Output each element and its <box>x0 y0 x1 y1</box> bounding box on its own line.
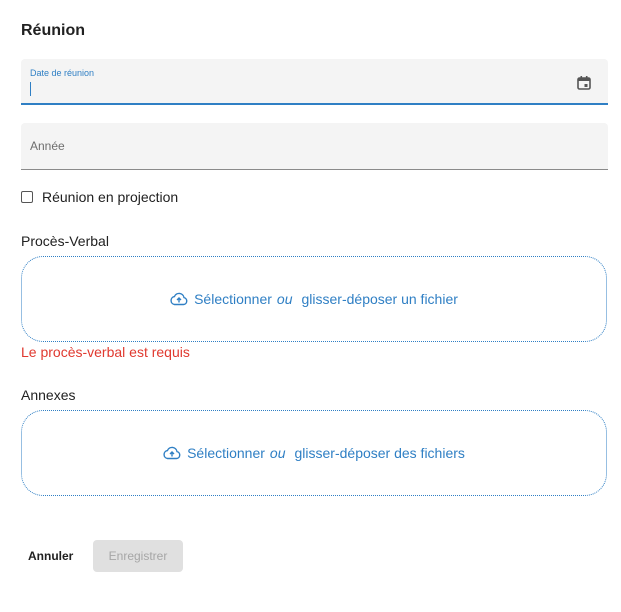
annexes-or-text: ou <box>269 445 286 461</box>
calendar-icon[interactable] <box>576 75 592 91</box>
annexes-dropzone[interactable]: Sélectionner ou glisser-déposer des fich… <box>21 410 607 496</box>
annexes-label: Annexes <box>21 387 76 403</box>
form-title: Réunion <box>21 22 85 39</box>
projection-checkbox[interactable] <box>21 191 33 203</box>
text-cursor <box>30 82 31 96</box>
proces-verbal-label: Procès-Verbal <box>21 233 109 249</box>
year-label: Année <box>30 139 65 153</box>
meeting-date-label: Date de réunion <box>30 68 95 78</box>
proces-verbal-error: Le procès-verbal est requis <box>21 344 190 360</box>
annexes-drop-text: glisser-déposer des fichiers <box>294 445 465 461</box>
cancel-button[interactable]: Annuler <box>20 540 81 572</box>
projection-checkbox-row[interactable]: Réunion en projection <box>21 189 178 205</box>
save-button[interactable]: Enregistrer <box>93 540 183 572</box>
cloud-upload-icon <box>163 446 181 460</box>
cloud-upload-icon <box>170 292 188 306</box>
meeting-form: Réunion Date de réunion Année Réunion en… <box>0 0 621 612</box>
meeting-date-field[interactable]: Date de réunion <box>21 59 608 105</box>
annexes-select-link[interactable]: Sélectionner <box>187 445 265 461</box>
proces-verbal-or-text: ou <box>276 291 293 307</box>
proces-verbal-select-link[interactable]: Sélectionner <box>194 291 272 307</box>
year-field[interactable]: Année <box>21 123 608 170</box>
proces-verbal-dropzone[interactable]: Sélectionner ou glisser-déposer un fichi… <box>21 256 607 342</box>
proces-verbal-drop-text: glisser-déposer un fichier <box>301 291 458 307</box>
projection-checkbox-label: Réunion en projection <box>42 189 179 205</box>
